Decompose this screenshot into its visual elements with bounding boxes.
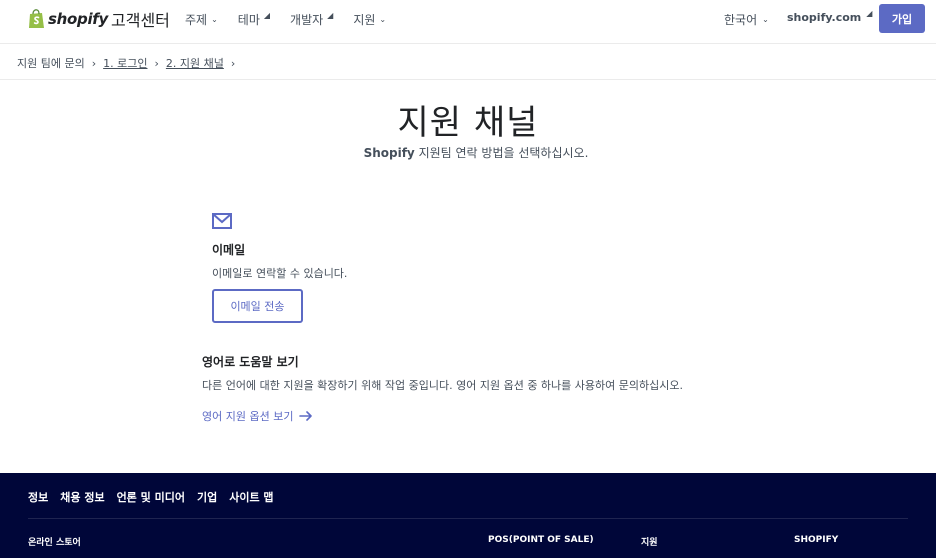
footer-col-support: 지원 bbox=[641, 538, 658, 548]
email-card-title: 이메일 bbox=[212, 243, 246, 257]
page-subtitle: Shopify 지원팀 연락 방법을 선택하십시오. bbox=[0, 144, 936, 161]
footer-link-press[interactable]: 언론 및 미디어 bbox=[117, 489, 185, 505]
send-email-button[interactable]: 이메일 전송 bbox=[212, 289, 303, 323]
shopify-com-link[interactable]: shopify.com ◢ bbox=[787, 9, 873, 24]
chevron-right-icon: › bbox=[154, 56, 159, 70]
shopify-logo[interactable]: shopify 고객센터 bbox=[28, 8, 170, 30]
shopify-bag-icon bbox=[29, 9, 44, 28]
breadcrumb-step-channel[interactable]: 2. 지원 채널 bbox=[166, 55, 224, 71]
shopify-com-label: shopify.com bbox=[787, 11, 862, 24]
email-card-description: 이메일로 연락할 수 있습니다. bbox=[212, 267, 348, 280]
subtitle-text: 지원팀 연락 방법을 선택하십시오. bbox=[414, 146, 589, 160]
breadcrumb-root[interactable]: 지원 팀에 문의 bbox=[17, 55, 85, 71]
breadcrumb-divider bbox=[0, 79, 936, 80]
chevron-right-icon: › bbox=[230, 56, 236, 70]
page-title: 지원 채널 bbox=[397, 103, 539, 143]
chevron-down-icon: ⌄ bbox=[762, 15, 769, 24]
chevron-right-icon: › bbox=[91, 56, 97, 70]
nav-topics[interactable]: 주제 ⌄ bbox=[185, 11, 218, 28]
nav-themes-label: 테마 bbox=[237, 13, 260, 27]
english-support-options-link[interactable]: 영어 지원 옵션 보기 bbox=[202, 408, 313, 424]
english-help-description: 다른 언어에 대한 지원을 확장하기 위해 작업 중입니다. 영어 지원 옵션 … bbox=[202, 379, 683, 392]
english-support-options-label: 영어 지원 옵션 보기 bbox=[202, 410, 294, 423]
nav-themes[interactable]: 테마 ◢ bbox=[238, 11, 270, 28]
main-nav: 주제 ⌄ 테마 ◢ 개발자 ◢ 지원 ⌄ bbox=[185, 11, 406, 28]
external-link-icon: ◢ bbox=[866, 9, 873, 18]
breadcrumb: 지원 팀에 문의 › 1. 로그인 › 2. 지원 채널 › bbox=[17, 55, 242, 71]
site-header: shopify 고객센터 주제 ⌄ 테마 ◢ 개발자 ◢ 지원 ⌄ 한국어 ⌄ … bbox=[0, 0, 936, 44]
chevron-down-icon: ⌄ bbox=[211, 15, 218, 24]
external-link-icon: ◢ bbox=[263, 11, 271, 20]
footer-links: 정보 채용 정보 언론 및 미디어 기업 사이트 맵 bbox=[28, 489, 286, 505]
nav-developers-label: 개발자 bbox=[290, 13, 324, 27]
footer-col-shopify: SHOPIFY bbox=[794, 535, 839, 545]
footer-divider bbox=[28, 518, 908, 519]
nav-topics-label: 주제 bbox=[185, 13, 208, 27]
nav-developers[interactable]: 개발자 ◢ bbox=[290, 11, 333, 28]
envelope-icon bbox=[212, 213, 232, 229]
arrow-right-icon bbox=[299, 411, 313, 421]
logo-wordmark: shopify bbox=[48, 10, 108, 28]
footer-link-sitemap[interactable]: 사이트 맵 bbox=[229, 489, 273, 505]
footer-link-careers[interactable]: 채용 정보 bbox=[60, 489, 104, 505]
footer-col-online-store: 온라인 스토어 bbox=[28, 538, 81, 548]
chevron-down-icon: ⌄ bbox=[379, 15, 387, 24]
help-center-label: 고객센터 bbox=[111, 11, 170, 30]
english-help-title: 영어로 도움말 보기 bbox=[202, 355, 299, 369]
nav-support[interactable]: 지원 ⌄ bbox=[353, 11, 386, 28]
site-footer: 정보 채용 정보 언론 및 미디어 기업 사이트 맵 온라인 스토어 POS(P… bbox=[0, 473, 936, 558]
nav-support-label: 지원 bbox=[353, 13, 376, 27]
language-label: 한국어 bbox=[724, 13, 758, 27]
external-link-icon: ◢ bbox=[327, 11, 334, 20]
breadcrumb-step-login[interactable]: 1. 로그인 bbox=[103, 55, 147, 71]
signup-button[interactable]: 가입 bbox=[879, 4, 925, 33]
footer-col-pos: POS(POINT OF SALE) bbox=[488, 535, 594, 545]
language-selector[interactable]: 한국어 ⌄ bbox=[724, 11, 769, 28]
footer-link-about[interactable]: 정보 bbox=[28, 489, 48, 505]
footer-link-enterprise[interactable]: 기업 bbox=[197, 489, 217, 505]
subtitle-brand: Shopify bbox=[363, 146, 415, 160]
